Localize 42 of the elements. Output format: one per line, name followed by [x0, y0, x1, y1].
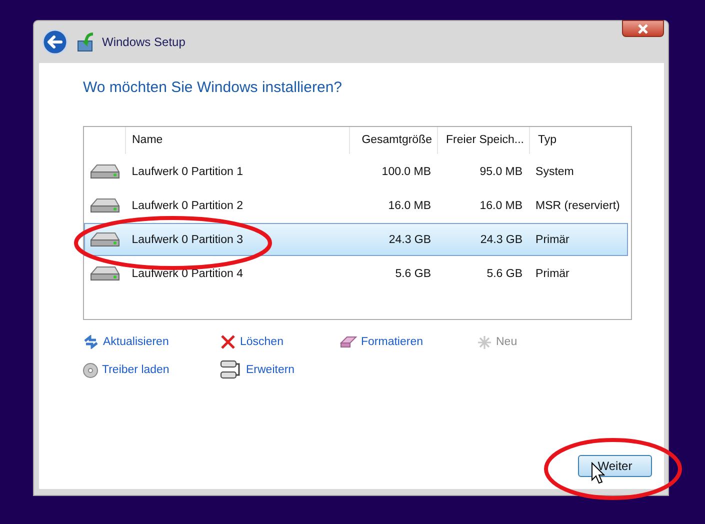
table-cell-text: Primär — [534, 234, 570, 246]
partition-row[interactable]: Laufwerk 0 Partition 1 100.0 MB 95.0 MB System — [84, 155, 628, 188]
table-cell-text: Primär — [534, 268, 570, 280]
action-link[interactable]: Erweitern — [220, 360, 340, 380]
disc-icon — [83, 362, 98, 378]
table-cell-text: 24.3 GB — [388, 234, 432, 246]
column-header[interactable]: Gesamtgröße — [349, 127, 437, 154]
close-button[interactable] — [622, 20, 664, 37]
delete-icon — [220, 334, 236, 350]
column-header[interactable]: Freier Speich... — [437, 127, 529, 154]
table-cell-text: 5.6 GB — [394, 268, 432, 280]
table-cell-text: Laufwerk 0 Partition 2 — [130, 200, 244, 212]
action-link[interactable]: Löschen — [220, 332, 340, 352]
drive-icon — [89, 264, 122, 282]
eraser-icon — [340, 336, 357, 348]
column-header[interactable]: Name — [125, 127, 349, 154]
window-title: Windows Setup — [102, 35, 186, 49]
table-cell-text: 16.0 MB — [478, 200, 524, 212]
table-cell-text: 24.3 GB — [479, 234, 524, 246]
table-cell-text: System — [534, 166, 575, 178]
action-link[interactable]: Formatieren — [340, 332, 477, 352]
drive-icon — [89, 162, 122, 180]
table-cell-text: Laufwerk 0 Partition 1 — [130, 166, 244, 178]
new-icon — [477, 334, 492, 350]
refresh-icon — [83, 335, 99, 349]
partition-row[interactable]: Laufwerk 0 Partition 3 24.3 GB 24.3 GB Primär — [84, 223, 628, 256]
table-cell-text: 100.0 MB — [380, 166, 432, 178]
action-link[interactable]: Aktualisieren — [83, 332, 220, 352]
drive-icon — [89, 230, 122, 248]
drives-icon — [220, 360, 242, 380]
back-button[interactable] — [42, 29, 68, 55]
drive-icon — [89, 196, 122, 214]
table-cell-text: 5.6 GB — [486, 268, 524, 280]
table-cell-text: MSR (reserviert) — [534, 200, 621, 212]
partition-row[interactable]: Laufwerk 0 Partition 2 16.0 MB 16.0 MB MSR (reserviert) — [84, 189, 628, 222]
page-heading: Wo möchten Sie Windows installieren? — [83, 79, 344, 96]
table-cell-text: 95.0 MB — [478, 166, 524, 178]
table-cell-text: 16.0 MB — [387, 200, 432, 212]
close-icon — [637, 24, 649, 34]
table-cell-text: Laufwerk 0 Partition 3 — [130, 234, 244, 246]
column-header[interactable]: Typ — [529, 127, 629, 154]
action-link[interactable]: Treiber laden — [83, 360, 220, 380]
